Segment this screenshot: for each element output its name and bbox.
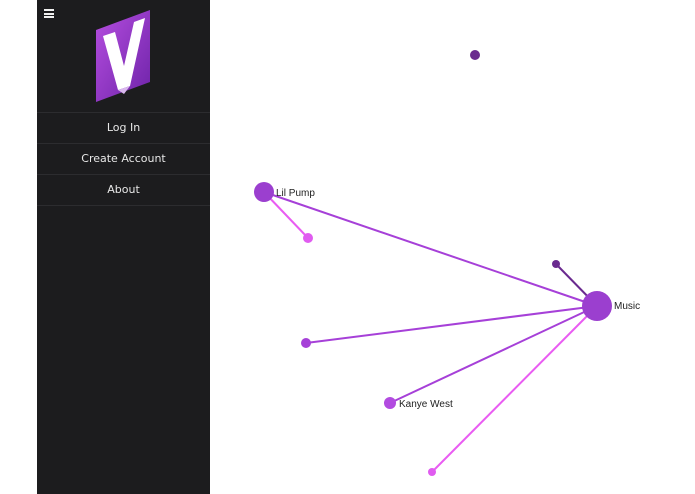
- graph-node-lil-pump-leaf[interactable]: [303, 233, 313, 243]
- graph-node-bottom[interactable]: [428, 468, 436, 476]
- graph-link-music-bottom: [431, 305, 598, 473]
- nav-item-about[interactable]: About: [37, 175, 210, 206]
- graph-link-music-node: [305, 305, 598, 344]
- hamburger-menu-icon[interactable]: [44, 9, 54, 18]
- graph-node-lil-pump[interactable]: [254, 182, 274, 202]
- graph-label-music: Music: [614, 301, 640, 312]
- left-gutter: [0, 0, 37, 494]
- graph-node-kanye-west[interactable]: [384, 397, 396, 409]
- graph-node-top[interactable]: [470, 50, 480, 60]
- sidebar-nav: Log In Create Account About: [37, 112, 210, 206]
- sidebar: Log In Create Account About: [37, 0, 210, 494]
- page: Log In Create Account About Lil Pump Mus…: [0, 0, 695, 494]
- graph-link-music-lilpump: [263, 191, 598, 307]
- graph-label-kanye-west: Kanye West: [399, 399, 453, 410]
- purple-v-logo-icon[interactable]: [94, 8, 152, 104]
- graph-node-left[interactable]: [301, 338, 311, 348]
- graph-label-lil-pump: Lil Pump: [276, 188, 315, 199]
- nav-item-log-in[interactable]: Log In: [37, 113, 210, 144]
- nav-item-create-account[interactable]: Create Account: [37, 144, 210, 175]
- graph-node-music[interactable]: [582, 291, 612, 321]
- network-graph[interactable]: Lil Pump Music Kanye West: [210, 0, 695, 494]
- graph-node-small[interactable]: [552, 260, 560, 268]
- graph-link-music-kanye: [389, 305, 598, 404]
